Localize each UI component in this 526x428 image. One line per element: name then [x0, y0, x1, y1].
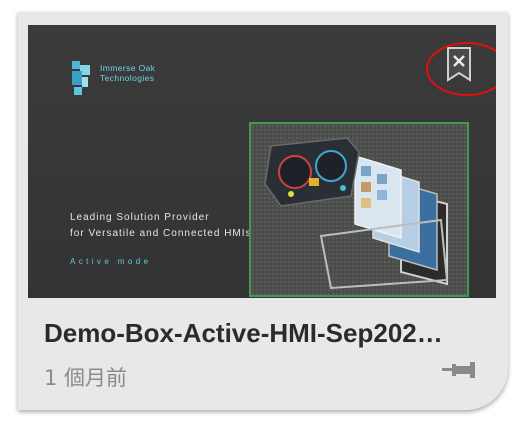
upload-time: 1 個月前 [44, 366, 128, 390]
logo-wordmark: Immerse Oak Technologies [100, 63, 220, 83]
video-card[interactable]: Immerse Oak Technologies Leading Solutio… [18, 12, 508, 410]
hmi-preview-image [249, 122, 469, 297]
logo-line-2: Technologies [100, 73, 155, 83]
video-title[interactable]: Demo-Box-Active-HMI-Sep202… [44, 318, 499, 349]
pushpin-icon[interactable] [442, 360, 478, 380]
logo-line-1: Immerse Oak [100, 63, 156, 73]
mode-label: Active mode [70, 257, 152, 266]
video-thumbnail[interactable]: Immerse Oak Technologies Leading Solutio… [28, 25, 496, 298]
bookmark-remove-icon[interactable] [446, 46, 472, 82]
hmi-screens-illustration [264, 137, 449, 290]
